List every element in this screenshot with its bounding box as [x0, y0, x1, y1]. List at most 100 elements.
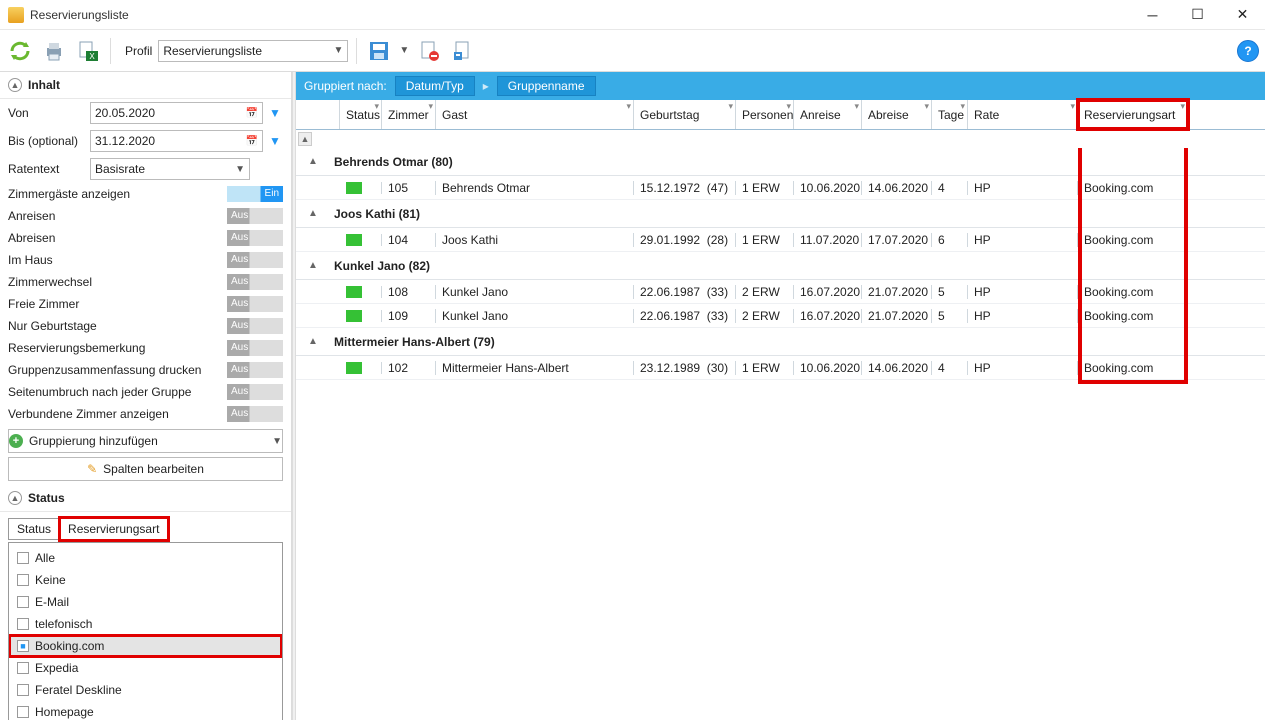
- delete-profile-icon[interactable]: [415, 37, 443, 65]
- collapse-icon[interactable]: ▲: [296, 336, 330, 347]
- toggle-label: Seitenumbruch nach jeder Gruppe: [8, 385, 191, 399]
- table-row[interactable]: 104 Joos Kathi 29.01.1992 (28) 1 ERW 11.…: [296, 228, 1265, 252]
- table-row[interactable]: 109 Kunkel Jano 22.06.1987 (33) 2 ERW 16…: [296, 304, 1265, 328]
- column-reservierungsart[interactable]: Reservierungsart▾: [1078, 100, 1188, 129]
- column-status[interactable]: Status▾: [340, 100, 382, 129]
- group-chip-datum-typ[interactable]: Datum/Typ: [395, 76, 475, 96]
- edit-columns-button[interactable]: ✎ Spalten bearbeiten: [8, 457, 283, 481]
- filter-item-label: E-Mail: [35, 595, 69, 609]
- checkbox-icon[interactable]: [17, 574, 29, 586]
- column-expand[interactable]: [296, 100, 340, 129]
- collapse-icon[interactable]: ▲: [8, 491, 22, 505]
- export-excel-icon[interactable]: X: [74, 37, 102, 65]
- tab-reservierungsart[interactable]: Reservierungsart: [60, 518, 168, 540]
- cell-reservierungsart: Booking.com: [1078, 181, 1188, 195]
- filter-item[interactable]: Keine: [9, 569, 282, 591]
- group-chip-gruppenname[interactable]: Gruppenname: [497, 76, 596, 96]
- filter-item[interactable]: telefonisch: [9, 613, 282, 635]
- toggle-row: Anreisen: [0, 205, 291, 227]
- minimize-button[interactable]: ─: [1130, 1, 1175, 29]
- refresh-icon[interactable]: [6, 37, 34, 65]
- toggle-row: Im Haus: [0, 249, 291, 271]
- filter-item[interactable]: Feratel Deskline: [9, 679, 282, 701]
- toggle-switch[interactable]: [227, 384, 283, 400]
- inhalt-section-header[interactable]: ▲ Inhalt: [0, 72, 291, 99]
- column-rate[interactable]: Rate▾: [968, 100, 1078, 129]
- toggle-switch[interactable]: [227, 406, 283, 422]
- help-icon[interactable]: ?: [1237, 40, 1259, 62]
- cell-abreise: 14.06.2020: [862, 361, 932, 375]
- table-row[interactable]: 108 Kunkel Jano 22.06.1987 (33) 2 ERW 16…: [296, 280, 1265, 304]
- toggle-switch[interactable]: [227, 208, 283, 224]
- save-dropdown-icon[interactable]: ▼: [399, 45, 409, 56]
- filter-item-label: Alle: [35, 551, 55, 565]
- column-abreise[interactable]: Abreise▾: [862, 100, 932, 129]
- table-row[interactable]: 105 Behrends Otmar 15.12.1972 (47) 1 ERW…: [296, 176, 1265, 200]
- table-row[interactable]: 102 Mittermeier Hans-Albert 23.12.1989 (…: [296, 356, 1265, 380]
- toggle-switch[interactable]: [227, 230, 283, 246]
- column-gast[interactable]: Gast▾: [436, 100, 634, 129]
- toggle-switch[interactable]: [227, 186, 283, 202]
- save-profile-icon[interactable]: [365, 37, 393, 65]
- checkbox-icon[interactable]: [17, 552, 29, 564]
- toggle-label: Abreisen: [8, 231, 55, 245]
- column-zimmer[interactable]: Zimmer▾: [382, 100, 436, 129]
- column-geburtstag[interactable]: Geburtstag▾: [634, 100, 736, 129]
- calendar-icon[interactable]: 📅: [246, 136, 258, 147]
- cell-anreise: 16.07.2020: [794, 285, 862, 299]
- group-title: Behrends Otmar (80): [330, 155, 453, 169]
- toggle-switch[interactable]: [227, 274, 283, 290]
- cell-rate: HP: [968, 361, 1078, 375]
- filter-item[interactable]: Homepage: [9, 701, 282, 720]
- ratentext-select[interactable]: Basisrate ▼: [90, 158, 250, 180]
- tab-status[interactable]: Status: [8, 518, 60, 540]
- filter-item[interactable]: ■ Booking.com: [9, 635, 282, 657]
- grid-body[interactable]: ▲ Behrends Otmar (80) 105 Behrends Otmar…: [296, 148, 1265, 720]
- new-profile-icon[interactable]: [449, 37, 477, 65]
- checkbox-icon[interactable]: [17, 706, 29, 718]
- collapse-icon[interactable]: ▲: [296, 208, 330, 219]
- checkbox-icon[interactable]: [17, 684, 29, 696]
- group-row[interactable]: ▲ Joos Kathi (81): [296, 200, 1265, 228]
- column-anreise[interactable]: Anreise▾: [794, 100, 862, 129]
- collapse-all-icon[interactable]: ▲: [298, 132, 312, 146]
- cell-anreise: 10.06.2020: [794, 361, 862, 375]
- group-row[interactable]: ▲ Mittermeier Hans-Albert (79): [296, 328, 1265, 356]
- collapse-icon[interactable]: ▲: [296, 260, 330, 271]
- toggle-switch[interactable]: [227, 362, 283, 378]
- filter-icon[interactable]: ▼: [267, 131, 283, 151]
- maximize-button[interactable]: ☐: [1175, 1, 1220, 29]
- cell-anreise: 16.07.2020: [794, 309, 862, 323]
- column-personen[interactable]: Personen▾: [736, 100, 794, 129]
- checkbox-icon[interactable]: [17, 618, 29, 630]
- toggle-switch[interactable]: [227, 340, 283, 356]
- add-grouping-button[interactable]: + Gruppierung hinzufügen ▼: [8, 429, 283, 453]
- status-indicator: [346, 182, 362, 194]
- status-section-header[interactable]: ▲ Status: [0, 485, 291, 512]
- filter-icon[interactable]: ▼: [267, 103, 283, 123]
- checkbox-icon[interactable]: [17, 662, 29, 674]
- toggle-switch[interactable]: [227, 252, 283, 268]
- filter-item-label: Keine: [35, 573, 66, 587]
- grid-header: Status▾ Zimmer▾ Gast▾ Geburtstag▾ Person…: [296, 100, 1265, 130]
- collapse-icon[interactable]: ▲: [296, 156, 330, 167]
- group-row[interactable]: ▲ Kunkel Jano (82): [296, 252, 1265, 280]
- toggle-switch[interactable]: [227, 318, 283, 334]
- checkbox-icon[interactable]: ■: [17, 640, 29, 652]
- toggle-switch[interactable]: [227, 296, 283, 312]
- chevron-right-icon: ▸: [483, 79, 489, 93]
- profil-select[interactable]: Reservierungsliste ▼: [158, 40, 348, 62]
- filter-item[interactable]: Expedia: [9, 657, 282, 679]
- filter-item[interactable]: Alle: [9, 547, 282, 569]
- print-icon[interactable]: [40, 37, 68, 65]
- close-button[interactable]: ✕: [1220, 1, 1265, 29]
- bis-date-input[interactable]: 31.12.2020 📅: [90, 130, 263, 152]
- group-row[interactable]: ▲ Behrends Otmar (80): [296, 148, 1265, 176]
- von-date-input[interactable]: 20.05.2020 📅: [90, 102, 263, 124]
- column-tage[interactable]: Tage▾: [932, 100, 968, 129]
- group-title: Mittermeier Hans-Albert (79): [330, 335, 495, 349]
- collapse-icon[interactable]: ▲: [8, 78, 22, 92]
- filter-item[interactable]: E-Mail: [9, 591, 282, 613]
- checkbox-icon[interactable]: [17, 596, 29, 608]
- calendar-icon[interactable]: 📅: [246, 108, 258, 119]
